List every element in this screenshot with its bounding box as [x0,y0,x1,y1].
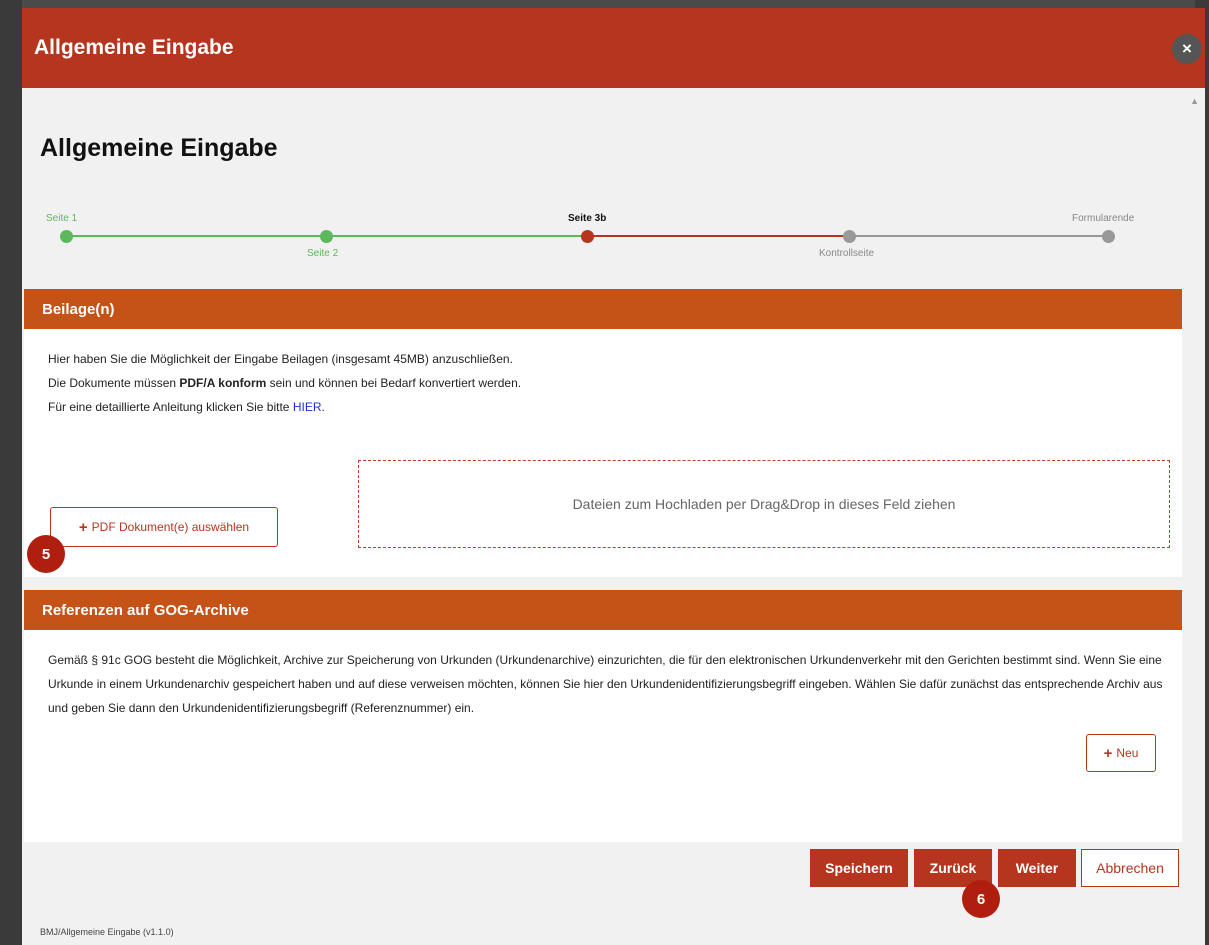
step-label-2: Seite 2 [307,248,339,259]
version-text: BMJ/Allgemeine Eingabe (v1.1.0) [40,927,174,937]
beilagen-line-2-suffix: sein und können bei Bedarf konvertiert w… [266,376,522,390]
annotation-badge-6: 6 [962,880,1000,918]
step-dot-1[interactable] [60,230,73,243]
step-dot-3 [581,230,594,243]
annotation-badge-5: 5 [27,535,65,573]
beilagen-line-1: Hier haben Sie die Möglichkeit der Einga… [48,352,513,366]
step-dot-5 [1102,230,1115,243]
pdf-select-button[interactable]: + PDF Dokument(e) auswählen [50,507,278,547]
referenzen-header: Referenzen auf GOG-Archive [24,590,1182,630]
anleitung-link[interactable]: HIER [293,400,322,414]
close-icon[interactable]: × [1172,34,1202,64]
step-dot-2[interactable] [320,230,333,243]
step-connector-pending [846,235,1108,237]
progress-stepper: Seite 1 Seite 2 Seite 3b Kontrollseite F… [40,203,1180,263]
step-dot-4 [843,230,856,243]
page-title: Allgemeine Eingabe [40,134,278,162]
save-button[interactable]: Speichern [810,849,908,887]
step-connector-current [584,235,846,237]
modal-dialog: Allgemeine Eingabe × ▲ Allgemeine Eingab… [22,8,1205,945]
modal-header: Allgemeine Eingabe × [22,8,1205,88]
referenzen-description: Gemäß § 91c GOG besteht die Möglichkeit,… [48,653,1163,715]
beilagen-line-3-prefix: Für eine detaillierte Anleitung klicken … [48,400,293,414]
pdfa-bold-text: PDF/A konform [179,376,267,390]
dropzone-text: Dateien zum Hochladen per Drag&Drop in d… [572,496,956,512]
step-label-5: Formularende [1072,213,1135,224]
beilagen-line-2-prefix: Die Dokumente müssen [48,376,180,390]
plus-icon: + [78,518,88,536]
step-label-1: Seite 1 [46,213,78,224]
scroll-up-arrow-icon[interactable]: ▲ [1190,96,1199,106]
neu-button[interactable]: + Neu [1086,734,1156,772]
file-dropzone[interactable]: Dateien zum Hochladen per Drag&Drop in d… [358,460,1170,548]
beilagen-line-2: Die Dokumente müssen PDF/A konform sein … [48,371,1182,395]
beilagen-description: Hier haben Sie die Möglichkeit der Einga… [24,329,1182,419]
step-label-4: Kontrollseite [819,248,875,259]
neu-button-label: Neu [1116,746,1139,760]
modal-title: Allgemeine Eingabe [34,36,234,59]
next-button[interactable]: Weiter [998,849,1076,887]
cancel-button[interactable]: Abbrechen [1081,849,1179,887]
referenzen-section: Referenzen auf GOG-Archive Gemäß § 91c G… [24,590,1182,842]
step-label-3: Seite 3b [568,213,607,224]
backdrop-left [0,0,22,945]
beilagen-line-3: Für eine detaillierte Anleitung klicken … [48,395,1182,419]
plus-icon: + [1103,744,1113,762]
beilagen-line-3-suffix: . [321,400,325,414]
beilagen-section: Beilage(n) Hier haben Sie die Möglichkei… [24,289,1182,577]
pdf-select-button-label: PDF Dokument(e) auswählen [91,520,250,534]
beilagen-header: Beilage(n) [24,289,1182,329]
